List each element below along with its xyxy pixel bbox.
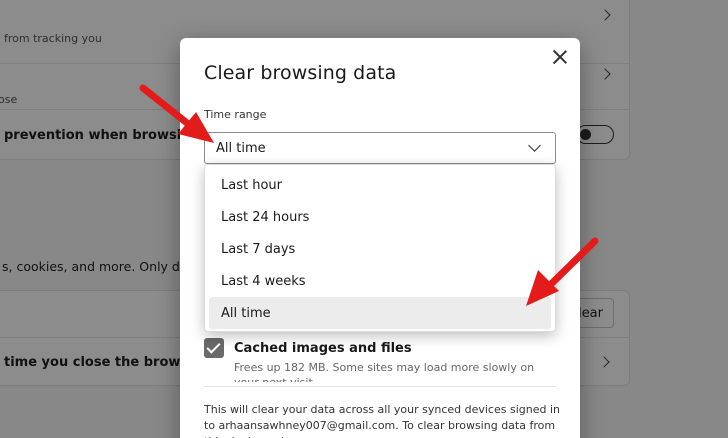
close-icon[interactable]	[550, 47, 570, 67]
chevron-down-icon	[528, 139, 541, 152]
option-last-hour[interactable]: Last hour	[209, 169, 551, 201]
option-last-4-weeks[interactable]: Last 4 weeks	[209, 265, 551, 297]
time-range-value: All time	[216, 140, 266, 156]
sync-note: This will clear your data across all you…	[204, 403, 560, 438]
time-range-dropdown: Last hour Last 24 hours Last 7 days Last…	[204, 164, 556, 332]
cached-images-option[interactable]: Cached images and files	[204, 338, 412, 358]
option-all-time[interactable]: All time	[209, 297, 551, 329]
time-range-select[interactable]: All time	[204, 132, 556, 164]
dialog-divider	[204, 386, 556, 387]
option-last-7-days[interactable]: Last 7 days	[209, 233, 551, 265]
option-last-24-hours[interactable]: Last 24 hours	[209, 201, 551, 233]
dialog-title: Clear browsing data	[204, 62, 397, 84]
cached-images-description: Frees up 182 MB. Some sites may load mor…	[234, 361, 535, 382]
cached-images-checkbox[interactable]	[204, 338, 224, 358]
time-range-label: Time range	[204, 108, 267, 121]
cached-images-label: Cached images and files	[234, 340, 412, 356]
